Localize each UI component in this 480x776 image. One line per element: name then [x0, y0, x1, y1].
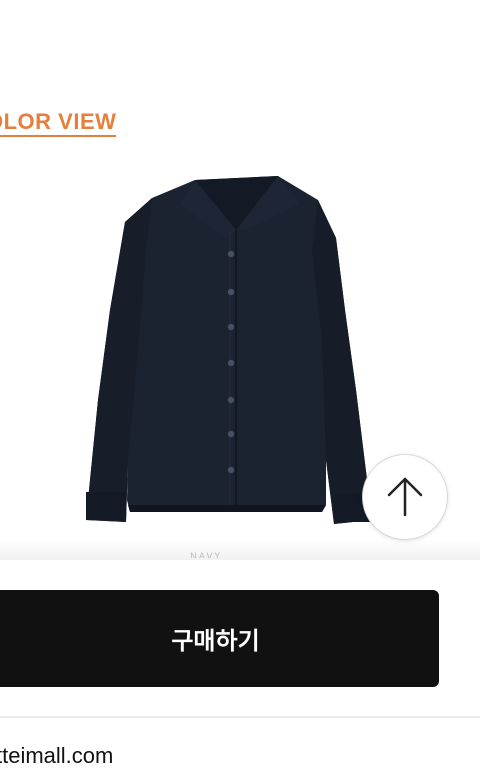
- buy-button-label: 구매하기: [171, 627, 260, 655]
- buy-button[interactable]: 구매하기: [0, 590, 439, 687]
- scroll-to-top-button[interactable]: [362, 454, 448, 540]
- divider: [0, 716, 480, 718]
- site-url[interactable]: tteimall.com: [0, 741, 113, 771]
- color-view-heading: OLOR VIEW: [0, 110, 117, 137]
- arrow-up-icon: [387, 477, 423, 517]
- next-image-label: NAVY: [190, 552, 222, 558]
